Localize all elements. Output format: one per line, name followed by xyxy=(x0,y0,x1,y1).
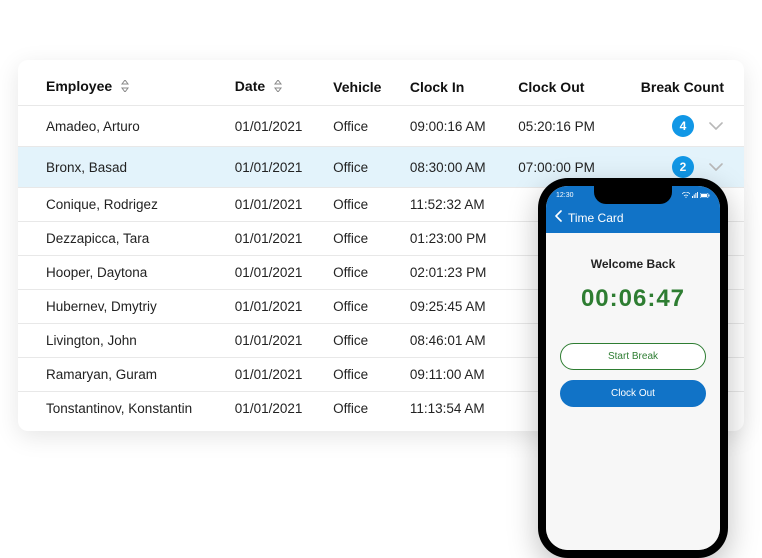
col-vehicle[interactable]: Vehicle xyxy=(323,70,400,106)
employee-cell: Conique, Rodrigez xyxy=(18,188,225,222)
clock-in-cell: 08:46:01 AM xyxy=(400,324,508,358)
date-cell: 01/01/2021 xyxy=(225,188,323,222)
col-clock-in[interactable]: Clock In xyxy=(400,70,508,106)
sort-icon[interactable] xyxy=(120,79,130,95)
col-employee[interactable]: Employee xyxy=(18,70,225,106)
timer-display: 00:06:47 xyxy=(581,285,685,313)
clock-in-cell: 09:25:45 AM xyxy=(400,290,508,324)
phone-mockup: 12:30 Time Card Welcome Back 00:06:47 St… xyxy=(538,178,728,558)
welcome-text: Welcome Back xyxy=(591,257,676,271)
date-cell: 01/01/2021 xyxy=(225,358,323,392)
employee-cell: Livington, John xyxy=(18,324,225,358)
clock-in-cell: 11:13:54 AM xyxy=(400,392,508,426)
clock-in-cell: 09:11:00 AM xyxy=(400,358,508,392)
status-indicators xyxy=(682,192,710,198)
vehicle-cell: Office xyxy=(323,358,400,392)
vehicle-cell: Office xyxy=(323,222,400,256)
date-cell: 01/01/2021 xyxy=(225,106,323,147)
phone-screen: 12:30 Time Card Welcome Back 00:06:47 St… xyxy=(546,186,720,550)
col-clock-out[interactable]: Clock Out xyxy=(508,70,616,106)
clock-in-cell: 11:52:32 AM xyxy=(400,188,508,222)
table-row[interactable]: Amadeo, Arturo01/01/2021Office09:00:16 A… xyxy=(18,106,744,147)
clock-in-cell: 01:23:00 PM xyxy=(400,222,508,256)
col-break-count[interactable]: Break Count xyxy=(617,70,744,106)
break-count-badge: 2 xyxy=(672,156,694,178)
chevron-down-icon[interactable] xyxy=(708,162,724,172)
clock-in-cell: 02:01:23 PM xyxy=(400,256,508,290)
vehicle-cell: Office xyxy=(323,188,400,222)
clock-out-button[interactable]: Clock Out xyxy=(560,380,706,407)
employee-cell: Ramaryan, Guram xyxy=(18,358,225,392)
wifi-icon xyxy=(682,192,690,198)
clock-in-cell: 09:00:16 AM xyxy=(400,106,508,147)
date-cell: 01/01/2021 xyxy=(225,392,323,426)
vehicle-cell: Office xyxy=(323,290,400,324)
col-date-label: Date xyxy=(235,78,265,94)
clock-out-cell: 05:20:16 PM xyxy=(508,106,616,147)
date-cell: 01/01/2021 xyxy=(225,256,323,290)
chevron-down-icon[interactable] xyxy=(708,121,724,131)
col-date[interactable]: Date xyxy=(225,70,323,106)
employee-cell: Hubernev, Dmytriy xyxy=(18,290,225,324)
clock-in-cell: 08:30:00 AM xyxy=(400,147,508,188)
vehicle-cell: Office xyxy=(323,392,400,426)
phone-header: Time Card xyxy=(546,204,720,233)
sort-icon[interactable] xyxy=(273,79,283,95)
break-count-badge: 4 xyxy=(672,115,694,137)
start-break-button[interactable]: Start Break xyxy=(560,343,706,370)
signal-icon xyxy=(692,192,698,198)
vehicle-cell: Office xyxy=(323,324,400,358)
employee-cell: Hooper, Daytona xyxy=(18,256,225,290)
col-employee-label: Employee xyxy=(46,78,112,94)
employee-cell: Tonstantinov, Konstantin xyxy=(18,392,225,426)
table-header-row: Employee Date Vehicle Clock In Clock Out… xyxy=(18,70,744,106)
battery-icon xyxy=(700,193,710,198)
phone-header-title: Time Card xyxy=(568,211,624,225)
employee-cell: Dezzapicca, Tara xyxy=(18,222,225,256)
date-cell: 01/01/2021 xyxy=(225,324,323,358)
back-icon[interactable] xyxy=(554,210,564,225)
vehicle-cell: Office xyxy=(323,147,400,188)
vehicle-cell: Office xyxy=(323,106,400,147)
phone-notch xyxy=(594,186,672,204)
date-cell: 01/01/2021 xyxy=(225,290,323,324)
employee-cell: Amadeo, Arturo xyxy=(18,106,225,147)
vehicle-cell: Office xyxy=(323,256,400,290)
date-cell: 01/01/2021 xyxy=(225,222,323,256)
date-cell: 01/01/2021 xyxy=(225,147,323,188)
phone-body: Welcome Back 00:06:47 Start Break Clock … xyxy=(546,233,720,550)
break-count-cell: 4 xyxy=(617,106,744,147)
employee-cell: Bronx, Basad xyxy=(18,147,225,188)
status-time: 12:30 xyxy=(556,192,574,199)
